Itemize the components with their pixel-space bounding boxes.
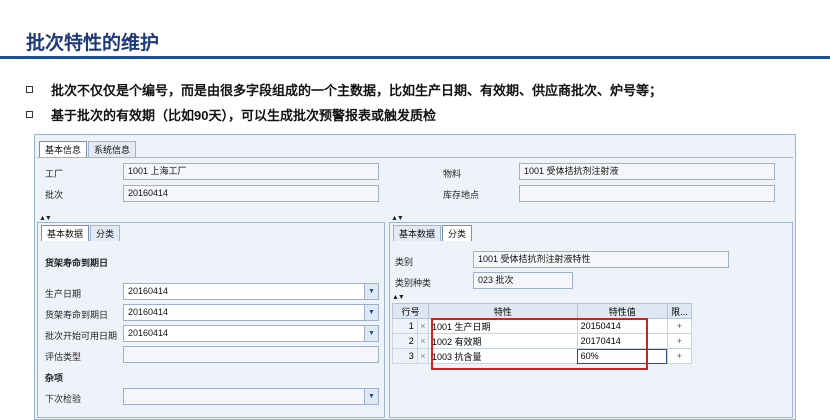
plant-label: 工厂 bbox=[45, 169, 64, 179]
row-number: 3 bbox=[392, 348, 418, 364]
valuation-type-label: 评估类型 bbox=[45, 352, 82, 362]
plus-icon[interactable]: + bbox=[666, 333, 693, 349]
production-date-label: 生产日期 bbox=[45, 289, 82, 299]
title-rule bbox=[0, 56, 830, 59]
next-inspection-label: 下次检验 bbox=[45, 394, 82, 404]
batch-label: 批次 bbox=[45, 190, 64, 200]
next-inspection-field[interactable]: ▼ bbox=[123, 388, 379, 405]
chevron-down-icon[interactable]: ▼ bbox=[364, 305, 378, 320]
col-header-value[interactable]: 特性值 bbox=[576, 303, 668, 319]
bullet-marker-icon bbox=[26, 111, 33, 118]
shelf-life-expiry-label: 货架寿命到期日 bbox=[45, 310, 109, 320]
tab-basic-info[interactable]: 基本信息 bbox=[39, 141, 88, 157]
shelf-life-expiry-field[interactable]: 20160414 ▼ bbox=[123, 304, 379, 321]
tab-classification-right[interactable]: 分类 bbox=[442, 225, 473, 241]
col-header-characteristic[interactable]: 特性 bbox=[428, 303, 578, 319]
characteristics-table: 行号 特性 特性值 限... 1 × 1001 生产日期 20150414 + … bbox=[391, 303, 693, 364]
class-label: 类别 bbox=[395, 257, 414, 267]
row-number: 2 bbox=[392, 333, 418, 349]
split-arrows-icon[interactable]: ▲▼ bbox=[39, 215, 52, 222]
characteristic-value-cell[interactable]: 20170414 bbox=[576, 333, 668, 349]
bullet-marker-icon bbox=[26, 86, 33, 93]
tab-basic-data[interactable]: 基本数据 bbox=[41, 225, 90, 241]
table-row[interactable]: 3 × 1003 抗含量 60% + bbox=[392, 348, 693, 364]
left-tab-strip: 基本数据 分类 bbox=[41, 225, 121, 241]
bullet-2: 基于批次的有效期（比如90天），可以生成批次预警报表或触发质检 bbox=[26, 105, 436, 124]
bullet-text: 批次不仅仅是个编号，而是由很多字段组成的一个主数据，比如生产日期、有效期、供应商… bbox=[51, 83, 663, 98]
characteristic-cell[interactable]: 1003 抗含量 bbox=[428, 348, 578, 364]
split-arrows-icon[interactable]: ▲▼ bbox=[392, 294, 405, 301]
characteristic-cell[interactable]: 1001 生产日期 bbox=[428, 318, 578, 334]
tab-system-info[interactable]: 系统信息 bbox=[88, 141, 137, 157]
characteristic-value-cell[interactable]: 20150414 bbox=[576, 318, 668, 334]
plus-icon[interactable]: + bbox=[666, 318, 693, 334]
chevron-down-icon[interactable]: ▼ bbox=[364, 389, 378, 404]
class-field[interactable]: 1001 受体拮抗剂注射液特性 bbox=[473, 251, 729, 268]
top-tab-strip: 基本信息 系统信息 bbox=[39, 141, 137, 157]
row-x-icon: × bbox=[416, 318, 430, 334]
characteristic-cell[interactable]: 1002 有效期 bbox=[428, 333, 578, 349]
bullet-text: 基于批次的有效期（比如90天），可以生成批次预警报表或触发质检 bbox=[51, 108, 436, 123]
header-panel: 工厂 1001 上海工厂 批次 20160414 物料 1001 受体拮抗剂注射… bbox=[37, 157, 793, 215]
storage-location-field[interactable] bbox=[519, 185, 775, 202]
chevron-down-icon[interactable]: ▼ bbox=[364, 284, 378, 299]
table-row[interactable]: 2 × 1002 有效期 20170414 + bbox=[392, 333, 693, 349]
table-row[interactable]: 1 × 1001 生产日期 20150414 + bbox=[392, 318, 693, 334]
storage-location-label: 库存地点 bbox=[443, 190, 480, 200]
bullet-1: 批次不仅仅是个编号，而是由很多字段组成的一个主数据，比如生产日期、有效期、供应商… bbox=[26, 80, 662, 99]
production-date-field[interactable]: 20160414 ▼ bbox=[123, 283, 379, 300]
batch-field[interactable]: 20160414 bbox=[123, 185, 379, 202]
valuation-type-field[interactable] bbox=[123, 346, 379, 363]
chevron-down-icon[interactable]: ▼ bbox=[364, 326, 378, 341]
class-type-label: 类别种类 bbox=[395, 278, 432, 288]
slide-title: 批次特性的维护 bbox=[26, 33, 160, 54]
right-tab-strip: 基本数据 分类 bbox=[393, 225, 473, 241]
row-x-icon: × bbox=[416, 348, 430, 364]
production-date-value: 20160414 bbox=[128, 286, 169, 296]
table-header-row: 行号 特性 特性值 限... bbox=[391, 303, 693, 319]
row-number: 1 bbox=[392, 318, 418, 334]
plant-field[interactable]: 1001 上海工厂 bbox=[123, 163, 379, 180]
sap-batch-window: 基本信息 系统信息 工厂 1001 上海工厂 批次 20160414 物料 10… bbox=[34, 134, 796, 420]
characteristic-value-cell[interactable]: 60% bbox=[576, 348, 668, 364]
available-from-field[interactable]: 20160414 ▼ bbox=[123, 325, 379, 342]
tab-classification[interactable]: 分类 bbox=[90, 225, 121, 241]
col-header-limit[interactable]: 限... bbox=[666, 303, 693, 319]
shelf-life-expiry-value: 20160414 bbox=[128, 307, 169, 317]
split-arrows-icon[interactable]: ▲▼ bbox=[391, 215, 404, 222]
tab-basic-data-right[interactable]: 基本数据 bbox=[393, 225, 442, 241]
shelf-life-section-title: 货架寿命到期日 bbox=[45, 258, 109, 268]
class-type-field[interactable]: 023 批次 bbox=[473, 272, 573, 289]
misc-section-title: 杂项 bbox=[45, 373, 64, 383]
available-from-label: 批次开始可用日期 bbox=[45, 331, 118, 341]
col-header-line[interactable]: 行号 bbox=[391, 303, 430, 319]
row-x-icon: × bbox=[416, 333, 430, 349]
available-from-value: 20160414 bbox=[128, 328, 169, 338]
material-field[interactable]: 1001 受体拮抗剂注射液 bbox=[519, 163, 775, 180]
plus-icon[interactable]: + bbox=[666, 348, 693, 364]
material-label: 物料 bbox=[443, 169, 462, 179]
